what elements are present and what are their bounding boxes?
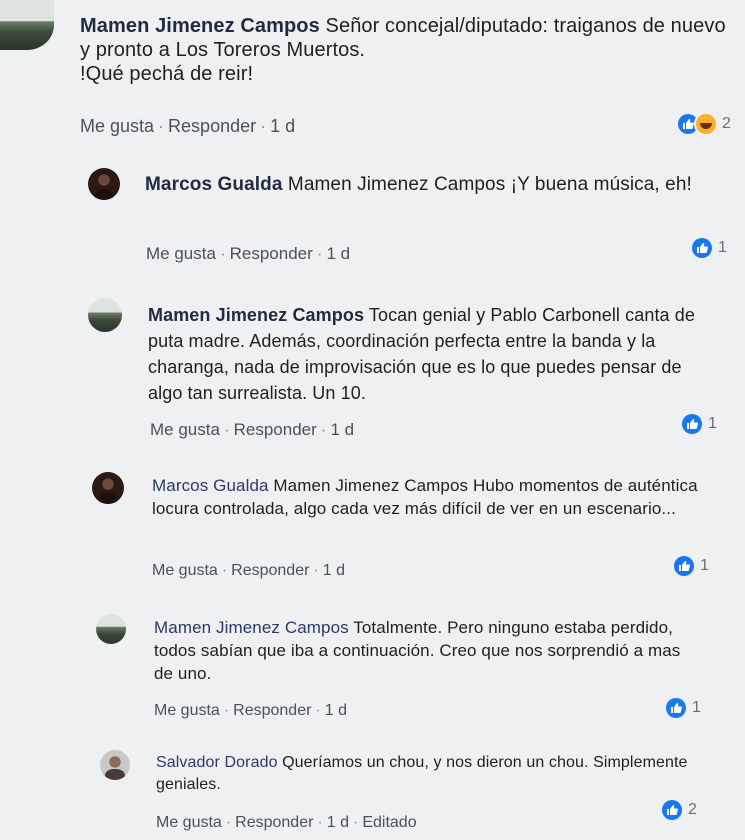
reply-1: Marcos Gualda Mamen Jimenez Campos ¡Y bu… [0,160,745,280]
avatar[interactable] [88,298,122,332]
comment-author[interactable]: Mamen Jimenez Campos [148,305,364,325]
reaction-count: 1 [692,699,701,716]
separator-dot: · [219,244,226,263]
avatar[interactable] [100,750,130,780]
like-link[interactable]: Me gusta [152,562,218,579]
separator-dot: · [317,814,323,831]
comment-author[interactable]: Marcos Gualda [152,476,269,495]
reaction-count: 1 [708,415,717,432]
avatar[interactable] [92,472,124,504]
comment-author[interactable]: Mamen Jimenez Campos [154,618,349,637]
like-icon [674,556,694,576]
reaction-summary[interactable]: 1 [692,238,727,258]
like-icon [692,238,712,258]
like-icon [678,114,698,134]
like-icon [662,800,682,820]
reply-3: Marcos Gualda Mamen Jimenez Campos Hubo … [0,466,745,596]
comment-text: Marcos Gualda Mamen Jimenez Campos Hubo … [152,474,702,520]
comment-text: Mamen Jimenez Campos Señor concejal/dipu… [80,14,730,86]
timestamp[interactable]: 1 d [327,814,349,831]
reply-link[interactable]: Responder [230,244,313,263]
comment-author[interactable]: Salvador Dorado [156,754,278,771]
reaction-summary[interactable]: 1 [674,556,709,576]
edited-label[interactable]: Editado [362,814,416,831]
haha-icon [696,114,716,134]
reaction-summary[interactable]: 1 [682,414,717,434]
timestamp[interactable]: 1 d [270,116,295,136]
comment-author[interactable]: Marcos Gualda [145,174,283,195]
avatar[interactable] [0,0,54,50]
timestamp[interactable]: 1 d [323,562,345,579]
reaction-count: 1 [700,557,709,574]
separator-dot: · [313,562,319,579]
reaction-count: 2 [688,801,697,818]
reaction-summary[interactable]: 2 [662,800,697,820]
comment-body: Mamen Jimenez Campos ¡Y buena música, eh… [287,174,692,195]
reaction-count: 2 [722,115,731,132]
like-link[interactable]: Me gusta [150,420,220,439]
comment-text: Salvador Dorado Queríamos un chou, y nos… [156,752,696,796]
timestamp[interactable]: 1 d [330,420,354,439]
like-link[interactable]: Me gusta [80,116,154,136]
reaction-summary[interactable]: 1 [666,698,701,718]
reply-link[interactable]: Responder [168,116,256,136]
comment-actions: Me gusta · Responder · 1 d · Editado [156,814,417,832]
comment-actions: Me gusta · Responder · 1 d [146,244,350,264]
reply-link[interactable]: Responder [234,420,317,439]
like-icon [666,698,686,718]
avatar[interactable] [96,614,126,644]
comment-1: Mamen Jimenez Campos Señor concejal/dipu… [0,0,745,150]
comment-text: Marcos Gualda Mamen Jimenez Campos ¡Y bu… [145,172,725,198]
comment-actions: Me gusta · Responder · 1 d [154,702,347,720]
avatar[interactable] [88,168,120,200]
reply-2: Mamen Jimenez Campos Tocan genial y Pabl… [0,292,745,452]
comment-actions: Me gusta · Responder · 1 d [150,420,354,440]
like-icon [682,414,702,434]
comment-author[interactable]: Mamen Jimenez Campos [80,15,320,37]
like-link[interactable]: Me gusta [146,244,216,263]
comment-body-line2: !Qué pechá de reir! [80,63,254,85]
separator-dot: · [316,244,323,263]
separator-dot: · [221,562,228,579]
comment-actions: Me gusta · Responder · 1 d [152,562,345,580]
reaction-summary[interactable]: 2 [678,114,731,134]
separator-dot: · [223,702,230,719]
separator-dot: · [158,116,165,136]
comment-text: Mamen Jimenez Campos Totalmente. Pero ni… [154,616,699,685]
separator-dot: · [353,814,359,831]
reply-5: Salvador Dorado Queríamos un chou, y nos… [0,744,745,840]
reaction-count: 1 [718,239,727,256]
like-link[interactable]: Me gusta [156,814,222,831]
reply-link[interactable]: Responder [233,702,311,719]
comment-actions: Me gusta · Responder · 1 d [80,116,295,137]
reply-4: Mamen Jimenez Campos Totalmente. Pero ni… [0,608,745,728]
separator-dot: · [223,420,230,439]
separator-dot: · [320,420,327,439]
comment-text: Mamen Jimenez Campos Tocan genial y Pabl… [148,302,718,406]
like-link[interactable]: Me gusta [154,702,220,719]
reply-link[interactable]: Responder [235,814,313,831]
timestamp[interactable]: 1 d [326,244,350,263]
timestamp[interactable]: 1 d [325,702,347,719]
separator-dot: · [315,702,321,719]
separator-dot: · [225,814,232,831]
separator-dot: · [260,116,267,136]
reply-link[interactable]: Responder [231,562,309,579]
